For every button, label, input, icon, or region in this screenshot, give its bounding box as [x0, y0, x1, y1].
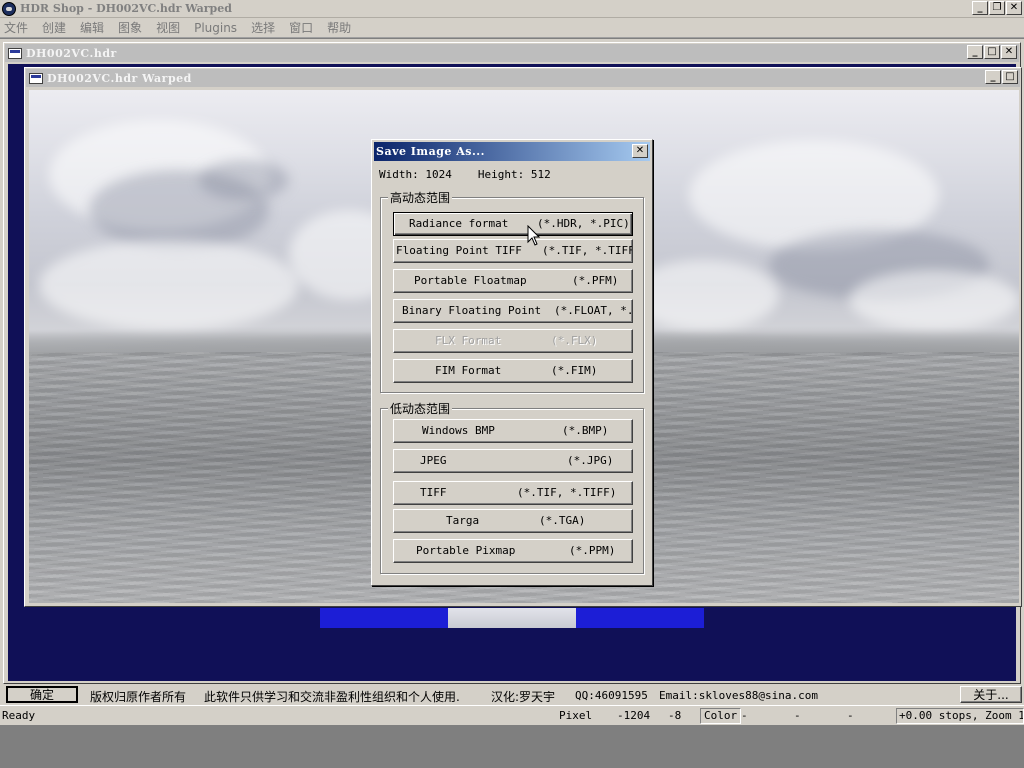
color-r-value: - [741, 709, 748, 722]
dialog-title: Save Image As... [376, 145, 485, 158]
cloud [199, 160, 289, 200]
close-button[interactable]: ✕ [1006, 1, 1022, 15]
menu-plugins[interactable]: Plugins [194, 21, 237, 35]
app-titlebar: HDR Shop - DH002VC.hdr Warped _ ❐ ✕ [0, 0, 1024, 18]
email-text: Email:skloves88@sina.com [659, 689, 818, 702]
child1-minimize-button[interactable]: _ [967, 45, 983, 59]
color-label: Color [700, 708, 742, 724]
minimize-button[interactable]: _ [972, 1, 988, 15]
ldr-group-label: 低动态范围 [388, 400, 453, 417]
ldr-formats-group: 低动态范围 Windows BMP (*.BMP) JPEG (*.JPG) T… [380, 400, 644, 574]
about-button[interactable]: 关于... [960, 686, 1022, 703]
flx-format-button: FLX Format (*.FLX) [393, 329, 633, 353]
ok-button[interactable]: 确定 [6, 686, 78, 703]
child1-close-button[interactable]: ✕ [1001, 45, 1017, 59]
binary-floating-point-button[interactable]: Binary Floating Point (*.FLOAT, *.R [393, 299, 633, 323]
image-window-warped-title: DH002VC.hdr Warped [47, 71, 192, 85]
document-icon [8, 47, 22, 59]
floating-point-tiff-button[interactable]: Floating Point TIFF (*.TIF, *.TIFF) [393, 239, 633, 263]
color-g-value: - [794, 709, 801, 722]
color-b-value: - [847, 709, 854, 722]
qq-text: QQ:46091595 [575, 689, 648, 702]
menu-file[interactable]: 文件 [4, 19, 28, 36]
cloud [39, 240, 299, 330]
image-window-original-title: DH002VC.hdr [26, 46, 117, 60]
pixel-x-value: -1204 [617, 709, 651, 722]
portable-floatmap-button[interactable]: Portable Floatmap (*.PFM) [393, 269, 633, 293]
mouse-cursor-icon [527, 225, 541, 246]
status-bar: Ready Pixel -1204 -8 Color - - - +0.00 s… [0, 705, 1024, 725]
child2-maximize-button[interactable]: □ [1002, 70, 1018, 84]
copyright-text: 版权归原作者所有 [90, 690, 187, 704]
menu-view[interactable]: 视图 [156, 19, 180, 36]
status-ready: Ready [2, 709, 36, 722]
hdr-group-label: 高动态范围 [388, 189, 453, 206]
portable-pixmap-button[interactable]: Portable Pixmap (*.PPM) [393, 539, 633, 563]
menu-create[interactable]: 创建 [42, 19, 66, 36]
cloud [849, 270, 1019, 330]
menu-select[interactable]: 选择 [251, 19, 275, 36]
document-icon [29, 72, 43, 84]
menu-image[interactable]: 图象 [118, 19, 142, 36]
height-label: Height: 512 [477, 168, 551, 181]
image-window-warped-titlebar[interactable]: DH002VC.hdr Warped _ □ [26, 69, 1020, 87]
dialog-close-button[interactable]: ✕ [632, 144, 648, 158]
child2-minimize-button[interactable]: _ [985, 70, 1001, 84]
app-title: HDR Shop - DH002VC.hdr Warped [20, 2, 232, 15]
targa-button[interactable]: Targa (*.TGA) [393, 509, 633, 533]
image-preview-region [448, 608, 576, 628]
translator-text: 汉化:罗天宇 [491, 690, 556, 704]
image-dimensions: Width: 1024 Height: 512 [379, 168, 577, 181]
usage-notice-text: 此软件只供学习和交流非盈利性组织和个人使用. [204, 690, 460, 704]
pixel-label: Pixel [559, 709, 593, 722]
app-icon [2, 1, 16, 16]
menu-window[interactable]: 窗口 [289, 19, 313, 36]
info-bar: 确定 版权归原作者所有 此软件只供学习和交流非盈利性组织和个人使用. 汉化:罗天… [0, 685, 1024, 705]
radiance-format-button[interactable]: Radiance format (*.HDR, *.PIC) [393, 212, 633, 236]
save-image-dialog[interactable]: Save Image As... ✕ Width: 1024 Height: 51… [371, 139, 653, 586]
menu-help[interactable]: 帮助 [327, 19, 351, 36]
restore-button[interactable]: ❐ [989, 1, 1005, 15]
menu-bar: 文件 创建 编辑 图象 视图 Plugins 选择 窗口 帮助 [0, 18, 1024, 38]
fim-format-button[interactable]: FIM Format (*.FIM) [393, 359, 633, 383]
dialog-titlebar[interactable]: Save Image As... ✕ [374, 142, 650, 161]
width-label: Width: 1024 [379, 168, 452, 181]
exposure-zoom-readout: +0.00 stops, Zoom 1/4 [896, 708, 1024, 724]
image-window-original-titlebar[interactable]: DH002VC.hdr _ □ ✕ [5, 44, 1019, 62]
tiff-button[interactable]: TIFF (*.TIF, *.TIFF) [393, 481, 633, 505]
hdr-formats-group: 高动态范围 Radiance format (*.HDR, *.PIC) Flo… [380, 189, 644, 393]
child1-maximize-button[interactable]: □ [984, 45, 1000, 59]
menu-edit[interactable]: 编辑 [80, 19, 104, 36]
jpeg-button[interactable]: JPEG (*.JPG) [393, 449, 633, 473]
pixel-y-value: -8 [668, 709, 682, 722]
windows-bmp-button[interactable]: Windows BMP (*.BMP) [393, 419, 633, 443]
